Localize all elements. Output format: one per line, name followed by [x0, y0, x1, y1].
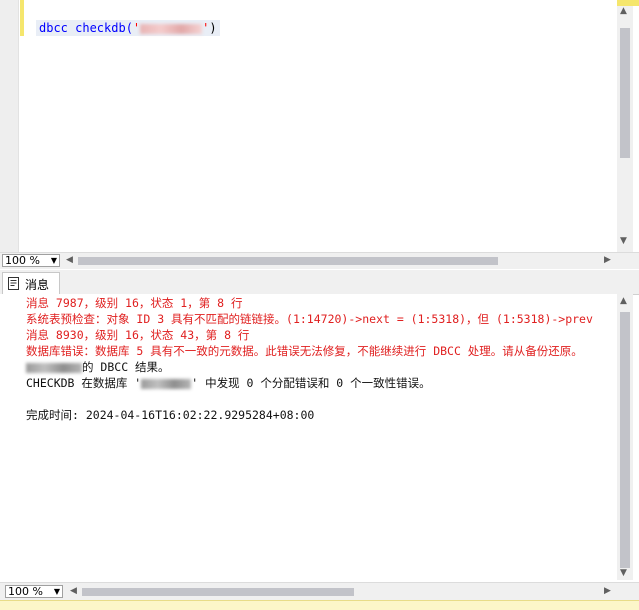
results-tab-strip: [0, 270, 639, 295]
change-marker: [20, 0, 24, 36]
messages-icon: [8, 277, 19, 290]
editor-scroll-thumb[interactable]: [620, 28, 630, 158]
tab-messages-label: 消息: [25, 278, 50, 292]
editor-zoom-row: 100 % ▼ ◀ ▶: [0, 252, 639, 269]
redacted-database-name: [141, 378, 192, 389]
redacted-database-name: [140, 23, 203, 34]
arrow-down-icon[interactable]: ▼: [620, 236, 627, 246]
message-line: 数据库错误：数据库 5 具有不一致的元数据。此错误无法修复，不能继续进行 DBC…: [26, 344, 583, 358]
message-text-suffix: ' 中发现 0 个分配错误和 0 个一致性错误。: [191, 376, 431, 390]
completion-time: 完成时间: 2024-04-16T16:02:22.9295284+08:00: [26, 408, 315, 422]
arrow-up-icon[interactable]: ▲: [620, 296, 627, 306]
redacted-database-name: [26, 362, 82, 373]
message-text: 的 DBCC 结果。: [82, 360, 170, 374]
code-close-paren: ): [209, 21, 217, 35]
arrow-right-icon[interactable]: ▶: [604, 586, 611, 596]
arrow-left-icon[interactable]: ◀: [70, 586, 77, 596]
message-line: 系统表预检查：对象 ID 3 具有不匹配的链链接。(1:14720)->next…: [26, 312, 593, 326]
editor-zoom-select[interactable]: 100 % ▼: [2, 254, 60, 267]
message-line: 消息 8930，级别 16，状态 43，第 8 行: [26, 328, 250, 342]
arrow-down-icon[interactable]: ▼: [620, 568, 627, 578]
query-editor[interactable]: [0, 0, 639, 252]
messages-horizontal-scrollbar[interactable]: [82, 585, 602, 598]
code-keyword: dbcc checkdb(: [39, 21, 133, 35]
chevron-down-icon[interactable]: ▼: [51, 255, 57, 267]
editor-zoom-value: 100 %: [5, 254, 40, 267]
messages-zoom-value: 100 %: [8, 585, 43, 598]
arrow-left-icon[interactable]: ◀: [66, 255, 73, 265]
message-text-prefix: CHECKDB 在数据库 ': [26, 376, 142, 390]
chevron-down-icon[interactable]: ▼: [54, 586, 60, 598]
tab-messages[interactable]: 消息: [2, 272, 60, 294]
messages-zoom-row: 100 % ▼ ◀ ▶: [0, 582, 639, 601]
arrow-right-icon[interactable]: ▶: [604, 255, 611, 265]
messages-h-scroll-thumb[interactable]: [82, 588, 354, 596]
message-line: CHECKDB 在数据库 ' ' 中发现 0 个分配错误和 0 个一致性错误。: [26, 376, 431, 391]
message-line: 消息 7987，级别 16，状态 1，第 8 行: [26, 296, 243, 310]
messages-zoom-select[interactable]: 100 % ▼: [5, 585, 63, 598]
editor-h-scroll-thumb[interactable]: [78, 257, 498, 265]
arrow-up-icon[interactable]: ▲: [620, 6, 627, 16]
editor-gutter: [0, 0, 19, 252]
messages-pane[interactable]: 消息 7987，级别 16，状态 1，第 8 行 系统表预检查：对象 ID 3 …: [0, 294, 617, 580]
message-line: 的 DBCC 结果。: [26, 360, 170, 375]
code-line[interactable]: dbcc checkdb(' '): [36, 20, 220, 36]
editor-horizontal-scrollbar[interactable]: [78, 254, 604, 267]
code-string-quote-open: ': [132, 21, 141, 35]
messages-scroll-thumb[interactable]: [620, 312, 630, 568]
